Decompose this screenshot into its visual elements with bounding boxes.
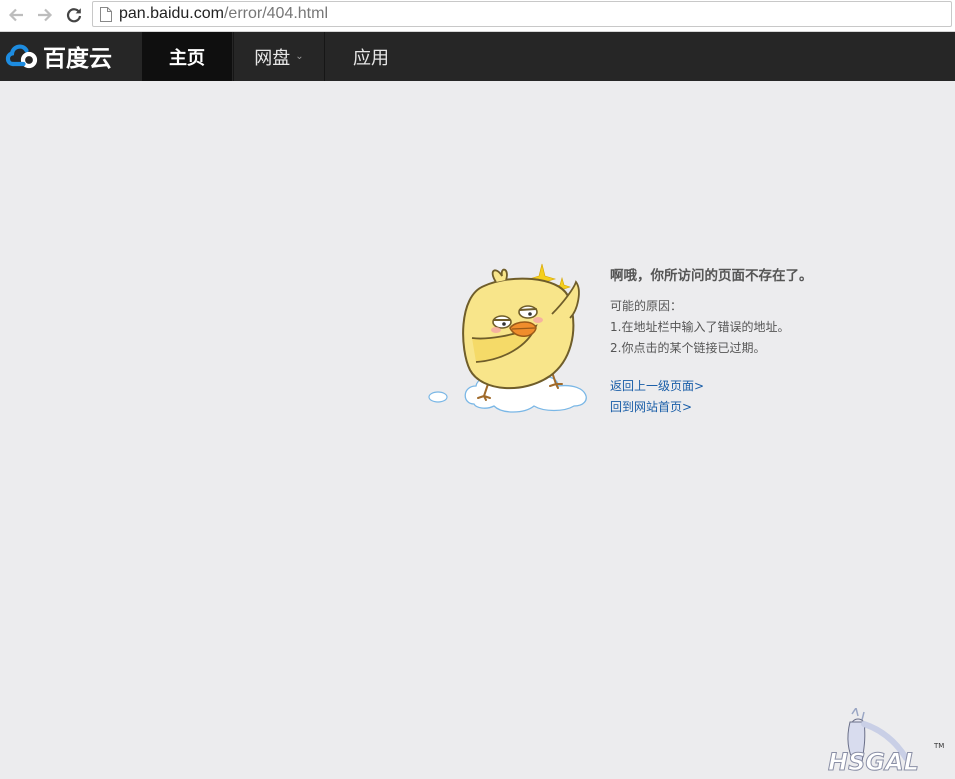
cloud-logo-icon (5, 44, 38, 69)
page-icon (100, 7, 112, 22)
site-header: 百度云 主页 网盘 ⌄ 应用 (0, 32, 955, 81)
url-path: /error/404.html (223, 5, 329, 22)
browser-toolbar: pan.baidu.com/error/404.html (0, 0, 955, 32)
url-text[interactable]: pan.baidu.com/error/404.html (119, 4, 328, 24)
reason-item: 1.在地址栏中输入了错误的地址。 (610, 320, 790, 334)
chick-illustration (428, 263, 587, 413)
back-to-home-link[interactable]: 回到网站首页> (610, 397, 930, 418)
error-reasons: 可能的原因： 1.在地址栏中输入了错误的地址。 2.你点击的某个链接已过期。 (610, 296, 930, 359)
chevron-down-icon: ⌄ (295, 51, 304, 62)
back-to-previous-link[interactable]: 返回上一级页面> (610, 376, 930, 397)
forward-button[interactable] (34, 4, 56, 26)
reason-item: 2.你点击的某个链接已过期。 (610, 341, 766, 355)
trademark-mark: TM (933, 742, 944, 750)
hsgal-watermark-logo: HSGAL TM (828, 708, 944, 774)
tab-apps-label: 应用 (353, 47, 389, 69)
tab-netdisk-label: 网盘 (254, 47, 291, 69)
arrow-left-icon (8, 8, 23, 22)
reasons-heading: 可能的原因： (610, 299, 683, 313)
tab-apps[interactable]: 应用 (326, 32, 416, 81)
reload-icon (66, 8, 82, 23)
address-bar[interactable]: pan.baidu.com/error/404.html (92, 1, 952, 27)
tab-netdisk[interactable]: 网盘 ⌄ (233, 32, 325, 81)
url-host: pan.baidu.com (119, 5, 224, 22)
baidu-cloud-logo[interactable]: 百度云 (4, 40, 112, 72)
back-button[interactable] (5, 4, 27, 26)
tab-home-label: 主页 (169, 47, 205, 69)
error-links: 返回上一级页面> 回到网站首页> (610, 376, 930, 418)
watermark-text: HSGAL (828, 748, 919, 774)
error-title: 啊哦，你所访问的页面不存在了。 (610, 268, 813, 284)
arrow-right-icon (38, 8, 53, 22)
tab-home[interactable]: 主页 (142, 32, 232, 81)
reload-button[interactable] (63, 4, 85, 26)
error-message: 啊哦，你所访问的页面不存在了。 可能的原因： 1.在地址栏中输入了错误的地址。 … (610, 266, 930, 418)
brand-name: 百度云 (43, 46, 112, 72)
